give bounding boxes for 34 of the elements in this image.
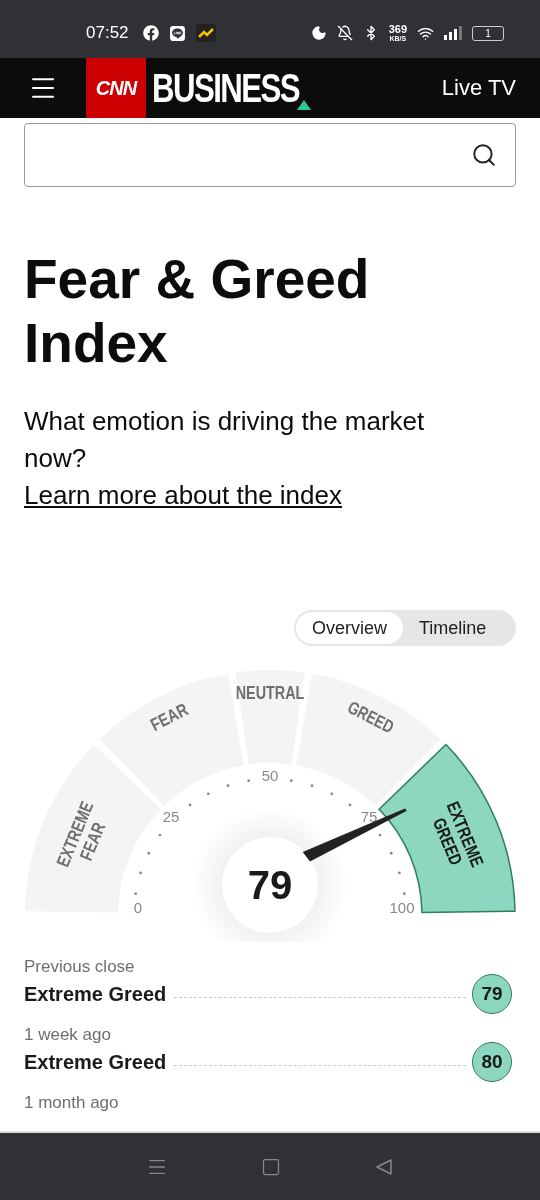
logo-name[interactable]: BUSINESS (152, 65, 300, 111)
page-title: Fear & Greed Index (24, 247, 371, 375)
net-speed: 369 (388, 24, 407, 35)
moon-icon (310, 25, 327, 41)
facebook-icon (142, 25, 159, 41)
history-rating: Extreme Greed (24, 982, 167, 1006)
history-rating: Extreme Greed (24, 1050, 167, 1074)
home-nav-icon[interactable] (261, 1156, 281, 1177)
history-label: 1 week ago (24, 1024, 112, 1046)
history-label: Previous close (24, 956, 136, 978)
tick-label: 0 (133, 899, 143, 916)
chat-icon (168, 24, 186, 42)
tick-label: 75 (360, 808, 378, 825)
battery-indicator: 1 (472, 25, 504, 41)
bell-off-icon (336, 25, 353, 41)
tick-label: 50 (261, 767, 279, 784)
triangle-icon (296, 100, 311, 110)
history-label: 1 month ago (24, 1092, 120, 1114)
logo-mark[interactable]: CNN (86, 58, 146, 118)
chart-app-icon (195, 24, 216, 42)
tick-label: 100 (389, 899, 415, 916)
live-tv-link[interactable]: Live TV (441, 75, 516, 101)
view-tab[interactable]: Timeline (403, 612, 503, 644)
signal-icon (444, 26, 462, 40)
status-time: 07:52 (86, 23, 129, 43)
subtitle: What emotion is driving the market now? (24, 405, 426, 475)
view-tab[interactable]: Overview (296, 612, 403, 644)
search-field[interactable] (24, 123, 516, 187)
learn-more-link[interactable]: Learn more about the index (24, 480, 342, 510)
back-nav-icon[interactable] (373, 1156, 394, 1177)
score-badge: 79 (472, 974, 512, 1014)
score-badge: 80 (472, 1042, 512, 1082)
tick-label: 25 (162, 808, 180, 825)
search-icon[interactable] (471, 142, 497, 168)
